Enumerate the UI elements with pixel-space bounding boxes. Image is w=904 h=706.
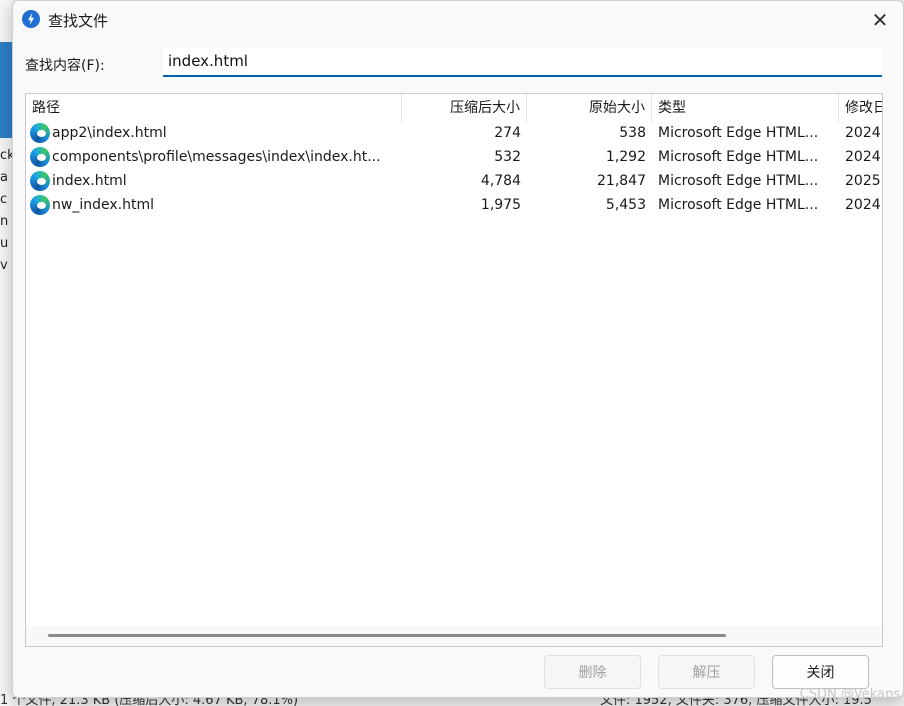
cell-original-size: 21,847 bbox=[597, 173, 646, 189]
path-text: app2\index.html bbox=[52, 125, 167, 141]
background-letter: u bbox=[0, 236, 9, 251]
edge-file-icon bbox=[30, 123, 50, 143]
close-icon[interactable]: ✕ bbox=[857, 1, 903, 39]
header-compressed-size[interactable]: 压缩后大小 bbox=[402, 94, 527, 122]
cell-compressed-size: 532 bbox=[494, 149, 521, 165]
cell-type: Microsoft Edge HTML... bbox=[658, 173, 819, 189]
cell-modified: 2024 bbox=[845, 125, 881, 141]
table-row[interactable]: index.html 4,784 21,847 Microsoft Edge H… bbox=[26, 169, 882, 193]
background-letter: n bbox=[0, 214, 9, 229]
cell-original-size: 5,453 bbox=[605, 197, 646, 213]
path-text: components\profile\messages\index\index.… bbox=[52, 149, 381, 165]
cell-modified: 2024 bbox=[845, 197, 881, 213]
horizontal-scrollbar[interactable] bbox=[26, 626, 882, 646]
cell-path: components\profile\messages\index\index.… bbox=[26, 145, 402, 169]
search-label: 查找内容(F): bbox=[25, 58, 105, 74]
extract-button[interactable]: 解压 bbox=[658, 655, 755, 689]
dialog-title: 查找文件 bbox=[48, 12, 109, 30]
cell-compressed-size: 4,784 bbox=[480, 173, 521, 189]
cell-path: app2\index.html bbox=[26, 121, 402, 145]
delete-button[interactable]: 删除 bbox=[544, 655, 641, 689]
title-bar: 查找文件 ✕ bbox=[13, 1, 903, 39]
cell-original-size: 1,292 bbox=[605, 149, 646, 165]
path-text: nw_index.html bbox=[52, 197, 154, 213]
search-input[interactable] bbox=[163, 47, 882, 77]
table-row[interactable]: nw_index.html 1,975 5,453 Microsoft Edge… bbox=[26, 193, 882, 217]
watermark: CSDN @Vekaps bbox=[799, 687, 900, 702]
list-header: 路径 压缩后大小 原始大小 类型 修改日 bbox=[26, 94, 882, 122]
app-icon bbox=[22, 10, 40, 28]
cell-type: Microsoft Edge HTML... bbox=[658, 197, 819, 213]
table-row[interactable]: app2\index.html 274 538 Microsoft Edge H… bbox=[26, 121, 882, 145]
edge-file-icon bbox=[30, 195, 50, 215]
background-letter: a bbox=[0, 170, 8, 185]
find-files-dialog: 查找文件 ✕ 查找内容(F): 路径 压缩后大小 原始大小 类型 修改日 app… bbox=[12, 0, 904, 698]
cell-path: nw_index.html bbox=[26, 193, 402, 217]
table-row[interactable]: components\profile\messages\index\index.… bbox=[26, 145, 882, 169]
scrollbar-thumb[interactable] bbox=[48, 634, 726, 637]
cell-modified: 2024 bbox=[845, 149, 881, 165]
header-original-size[interactable]: 原始大小 bbox=[527, 94, 652, 122]
close-button[interactable]: 关闭 bbox=[772, 655, 869, 689]
header-type[interactable]: 类型 bbox=[652, 94, 839, 122]
edge-file-icon bbox=[30, 171, 50, 191]
cell-type: Microsoft Edge HTML... bbox=[658, 149, 819, 165]
background-sidebar: ck a c n u v bbox=[0, 0, 15, 706]
list-rows: app2\index.html 274 538 Microsoft Edge H… bbox=[26, 121, 882, 217]
edge-file-icon bbox=[30, 147, 50, 167]
path-text: index.html bbox=[52, 173, 127, 189]
cell-original-size: 538 bbox=[619, 125, 646, 141]
cell-compressed-size: 1,975 bbox=[480, 197, 521, 213]
results-list[interactable]: 路径 压缩后大小 原始大小 类型 修改日 app2\index.html 274… bbox=[25, 93, 883, 647]
header-path[interactable]: 路径 bbox=[26, 94, 402, 122]
search-row: 查找内容(F): bbox=[13, 47, 903, 79]
cell-compressed-size: 274 bbox=[494, 125, 521, 141]
cell-path: index.html bbox=[26, 169, 402, 193]
background-letter: v bbox=[0, 258, 8, 273]
cell-type: Microsoft Edge HTML... bbox=[658, 125, 819, 141]
header-modified[interactable]: 修改日 bbox=[839, 94, 882, 122]
cell-modified: 2025 bbox=[845, 173, 881, 189]
background-letter: c bbox=[0, 192, 8, 207]
background-selection bbox=[0, 42, 12, 138]
